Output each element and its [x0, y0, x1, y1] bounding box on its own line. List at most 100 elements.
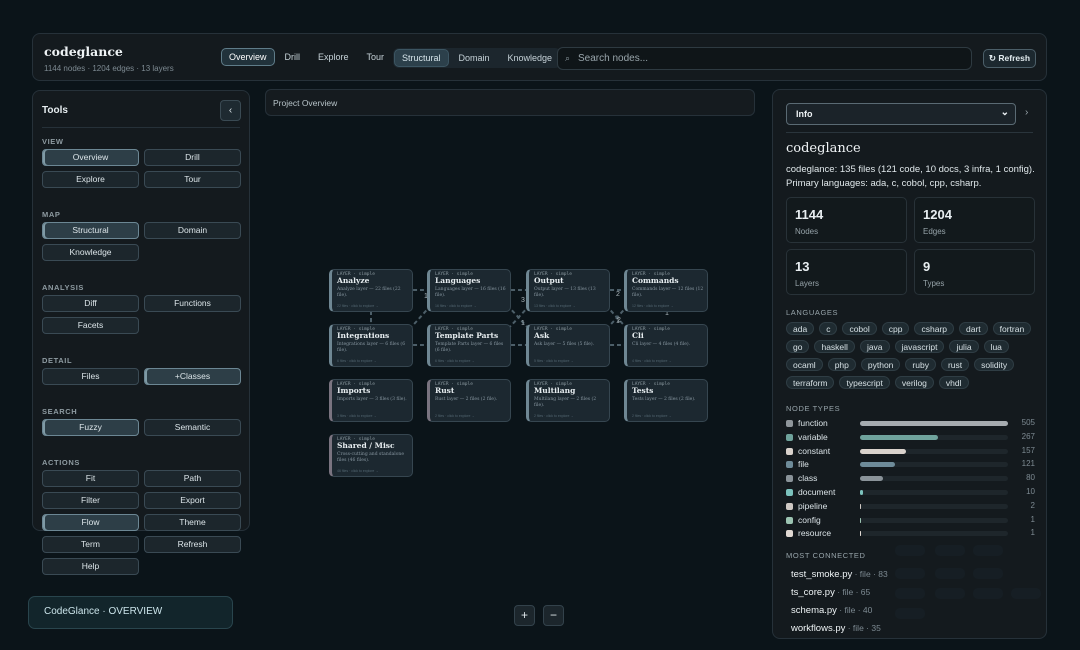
node-title: Analyze: [337, 276, 370, 285]
most-connected-name: ts_core.py: [791, 587, 835, 598]
tool-filter-button[interactable]: Filter: [42, 492, 139, 509]
tool-export-button[interactable]: Export: [144, 492, 241, 509]
tool-explore-button[interactable]: Explore: [42, 171, 139, 188]
node-footer: 12 files · click to explore →: [632, 304, 674, 308]
tool-tour-button[interactable]: Tour: [144, 171, 241, 188]
tool-fit-button[interactable]: Fit: [42, 470, 139, 487]
panel-select[interactable]: Info ⌄: [786, 103, 1016, 125]
node-type-bar-track: [860, 421, 1008, 426]
node-type-row-document[interactable]: document 10: [786, 487, 1035, 498]
language-chip-ocaml[interactable]: ocaml: [786, 358, 823, 371]
layer-node-rust[interactable]: LAYER · simple Rust Rust layer — 2 files (…: [427, 379, 511, 422]
tool-drill-button[interactable]: Drill: [144, 149, 241, 166]
refresh-button[interactable]: ↻ Refresh: [983, 49, 1036, 68]
language-chip-python[interactable]: python: [860, 358, 901, 371]
language-chip-go[interactable]: go: [786, 340, 810, 353]
tool-fuzzy-button[interactable]: Fuzzy: [42, 419, 139, 436]
language-chip-ruby[interactable]: ruby: [905, 358, 936, 371]
most-connected-item[interactable]: ts_core.py · file · 65: [791, 587, 870, 598]
language-chip-cobol[interactable]: cobol: [842, 322, 877, 335]
language-chip-csharp[interactable]: csharp: [914, 322, 954, 335]
map-tab-structural[interactable]: Structural: [394, 49, 449, 67]
language-chip-ada[interactable]: ada: [786, 322, 815, 335]
tool-flow-button[interactable]: Flow: [42, 514, 139, 531]
language-chip-solidity[interactable]: solidity: [974, 358, 1015, 371]
node-type-row-file[interactable]: file 121: [786, 459, 1035, 470]
tool-path-button[interactable]: Path: [144, 470, 241, 487]
node-type-row-constant[interactable]: constant 157: [786, 446, 1035, 457]
tool-classes-button[interactable]: +Classes: [144, 368, 241, 385]
node-type-row-pipeline[interactable]: pipeline 2: [786, 501, 1035, 512]
most-connected-item[interactable]: test_smoke.py · file · 83: [791, 569, 888, 580]
tool-files-button[interactable]: Files: [42, 368, 139, 385]
tool-overview-button[interactable]: Overview: [42, 149, 139, 166]
map-tab-domain[interactable]: Domain: [451, 49, 498, 67]
most-connected-item[interactable]: workflows.py · file · 35: [791, 623, 881, 634]
language-chip-javascript[interactable]: javascript: [894, 340, 945, 353]
language-chip-typescript[interactable]: typescript: [839, 376, 890, 389]
tool-diff-button[interactable]: Diff: [42, 295, 139, 312]
expand-panel-icon[interactable]: ›: [1025, 107, 1028, 118]
language-chip-c[interactable]: c: [819, 322, 838, 335]
search-input[interactable]: [578, 50, 958, 67]
node-title: Template Parts: [435, 331, 499, 340]
tool-facets-button[interactable]: Facets: [42, 317, 139, 334]
node-type-bar-track: [860, 503, 1008, 509]
tool-knowledge-button[interactable]: Knowledge: [42, 244, 139, 261]
layer-node-integrations[interactable]: LAYER · simple Integrations Integrations l…: [329, 324, 413, 367]
language-chip-cpp[interactable]: cpp: [881, 322, 910, 335]
layer-node-imports[interactable]: LAYER · simple Imports Imports layer — 3 f…: [329, 379, 413, 422]
node-footer: 2 files · click to explore →: [534, 414, 574, 418]
node-type-count: 157: [1021, 445, 1035, 455]
tool-semantic-button[interactable]: Semantic: [144, 419, 241, 436]
node-type-row-function[interactable]: function 505: [786, 418, 1035, 429]
tab-explore[interactable]: Explore: [310, 48, 357, 66]
layer-node-commands[interactable]: LAYER · simple Commands Commands layer — 1…: [624, 269, 708, 312]
tool-domain-button[interactable]: Domain: [144, 222, 241, 239]
layer-node-shared-misc[interactable]: LAYER · simple Shared / Misc Cross-cutting…: [329, 434, 413, 477]
node-type-row-config[interactable]: config 1: [786, 515, 1035, 526]
language-chip-vhdl[interactable]: vhdl: [938, 376, 969, 389]
zoom-in-button[interactable]: +: [514, 605, 535, 626]
language-chip-lua[interactable]: lua: [983, 340, 1009, 353]
layer-node-cli[interactable]: LAYER · simple Cli Cli layer — 4 files (4 …: [624, 324, 708, 367]
layer-node-output[interactable]: LAYER · simple Output Output layer — 13 fi…: [526, 269, 610, 312]
language-chip-rust[interactable]: rust: [940, 358, 970, 371]
node-type-row-class[interactable]: class 80: [786, 473, 1035, 484]
tool-term-button[interactable]: Term: [42, 536, 139, 553]
zoom-out-button[interactable]: −: [543, 605, 564, 626]
language-chip-dart[interactable]: dart: [959, 322, 988, 335]
tab-drill[interactable]: Drill: [277, 48, 309, 66]
tool-structural-button[interactable]: Structural: [42, 222, 139, 239]
tab-tour[interactable]: Tour: [359, 48, 393, 66]
language-chip-haskell[interactable]: haskell: [814, 340, 855, 353]
most-connected-item[interactable]: schema.py · file · 40: [791, 605, 872, 616]
node-description: Ask layer — 5 files (5 file).: [534, 342, 595, 347]
language-chip-julia[interactable]: julia: [949, 340, 979, 353]
language-chip-verilog[interactable]: verilog: [894, 376, 934, 389]
node-type-row-variable[interactable]: variable 267: [786, 432, 1035, 443]
node-type-swatch: [786, 420, 793, 427]
language-chip-java[interactable]: java: [859, 340, 890, 353]
map-tab-knowledge[interactable]: Knowledge: [500, 49, 561, 67]
node-type-bar-fill: [860, 531, 862, 537]
tool-help-button[interactable]: Help: [42, 558, 139, 575]
tool-functions-button[interactable]: Functions: [144, 295, 241, 312]
layer-node-template-parts[interactable]: LAYER · simple Template Parts Template Par…: [427, 324, 511, 367]
layer-node-analyze[interactable]: LAYER · simple Analyze Analyze layer — 22 …: [329, 269, 413, 312]
tool-refresh-button[interactable]: Refresh: [144, 536, 241, 553]
layer-node-languages[interactable]: LAYER · simple Languages Languages layer —…: [427, 269, 511, 312]
tab-overview[interactable]: Overview: [221, 48, 275, 66]
section-label-view: VIEW: [42, 137, 64, 146]
language-chip-terraform[interactable]: terraform: [786, 376, 835, 389]
language-chip-php[interactable]: php: [827, 358, 856, 371]
tool-theme-button[interactable]: Theme: [144, 514, 241, 531]
ghost-placeholder: [895, 545, 925, 556]
language-chip-fortran[interactable]: fortran: [992, 322, 1032, 335]
layer-node-tests[interactable]: LAYER · simple Tests Tests layer — 2 files…: [624, 379, 708, 422]
node-type-name: config: [798, 514, 821, 525]
layer-node-ask[interactable]: LAYER · simple Ask Ask layer — 5 files (5 …: [526, 324, 610, 367]
collapse-panel-button[interactable]: ‹: [220, 100, 241, 121]
layer-node-multilang[interactable]: LAYER · simple Multilang Multilang layer —…: [526, 379, 610, 422]
node-type-row-resource[interactable]: resource 1: [786, 528, 1035, 539]
